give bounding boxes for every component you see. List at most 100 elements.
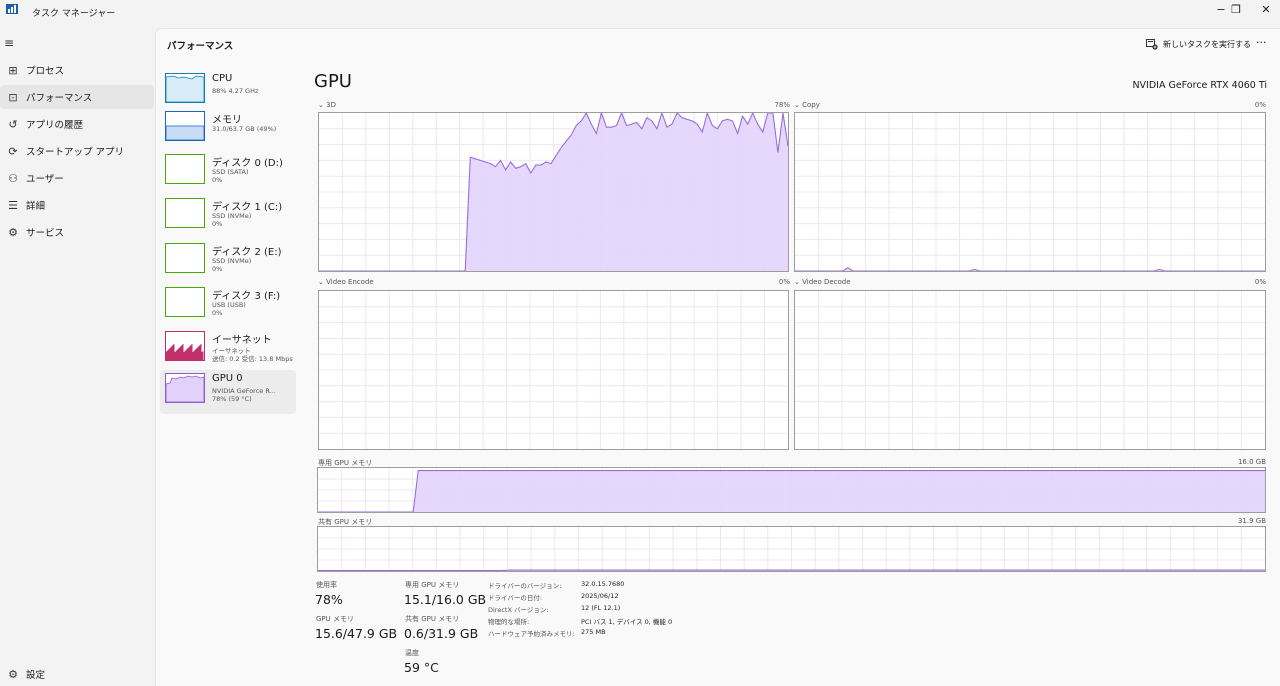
run-new-task-button[interactable]: 新しいタスクを実行する: [1146, 36, 1251, 52]
detail-value: 32.0.15.7680: [581, 580, 624, 588]
graph-copy: [794, 112, 1266, 272]
nav-item-startup[interactable]: ⟳スタートアップ アプリ: [0, 139, 154, 163]
device-detail: NVIDIA GeForce R...: [212, 387, 276, 395]
device-usage: 0%: [212, 309, 222, 317]
graph-decode-selector[interactable]: ⌄ Video Decode: [794, 278, 851, 286]
task-manager-logo-icon: [6, 4, 18, 14]
graph-3d: [318, 112, 789, 272]
usage-area: [318, 471, 1265, 512]
nav-item-label: ユーザー: [26, 171, 64, 185]
nav-settings-label: 設定: [26, 667, 45, 681]
device-usage: 0%: [212, 220, 222, 228]
nav-item-label: 詳細: [26, 198, 45, 212]
settings-gear-icon: ⚙: [0, 668, 26, 681]
chevron-down-icon: ⌄: [794, 101, 800, 109]
detail-key: ドライバーのバージョン:: [488, 580, 561, 590]
page-title: パフォーマンス: [167, 38, 233, 52]
stat-shared-label: 共有 GPU メモリ: [405, 614, 459, 624]
run-new-task-label: 新しいタスクを実行する: [1163, 39, 1251, 50]
gpu-title: GPU: [314, 71, 352, 92]
device-thumbnail: [165, 154, 205, 184]
device-item[interactable]: ディスク 2 (E:)SSD (NVMe)0%: [160, 240, 296, 284]
close-icon: ✕: [1261, 3, 1270, 16]
device-usage: 送信: 0.2 受信: 13.8 Mbps: [212, 353, 293, 363]
device-thumbnail: [165, 111, 205, 141]
graph-decode-percent: 0%: [1236, 278, 1266, 286]
device-name: ディスク 2 (E:): [212, 243, 282, 258]
performance-icon: ⊡: [0, 91, 26, 104]
hamburger-icon: ≡: [4, 36, 14, 50]
startup-icon: ⟳: [0, 145, 26, 158]
device-item[interactable]: ディスク 0 (D:)SSD (SATA)0%: [160, 151, 296, 195]
processes-icon: ⊞: [0, 64, 26, 77]
device-thumbnail: [165, 373, 205, 403]
graph-dedicated-memory: [317, 467, 1266, 513]
graph-3d-label: 3D: [326, 101, 336, 109]
nav-item-services[interactable]: ⚙サービス: [0, 220, 154, 244]
device-detail: SSD (NVMe): [212, 212, 251, 220]
detail-value: 12 (FL 12.1): [581, 604, 620, 612]
device-detail: 31.0/63.7 GB (49%): [212, 125, 276, 133]
graph-video-encode: [318, 290, 789, 450]
maximize-button[interactable]: ❐: [1222, 0, 1250, 18]
device-item[interactable]: ディスク 3 (F:)USB (USB)0%: [160, 284, 296, 328]
nav-item-users[interactable]: ⚇ユーザー: [0, 166, 154, 190]
device-item[interactable]: メモリ31.0/63.7 GB (49%): [160, 108, 296, 152]
device-name: ディスク 1 (C:): [212, 198, 282, 213]
title-bar: [0, 0, 1280, 28]
chevron-down-icon: ⌄: [318, 101, 324, 109]
graph-decode-label: Video Decode: [802, 278, 850, 286]
device-thumbnail: [165, 287, 205, 317]
close-button[interactable]: ✕: [1252, 0, 1280, 18]
usage-line: [318, 570, 1265, 571]
stat-temperature-value: 59 °C: [404, 660, 439, 675]
nav-item-performance[interactable]: ⊡パフォーマンス: [0, 85, 154, 109]
window-title: タスク マネージャー: [32, 6, 115, 19]
device-name: メモリ: [212, 111, 242, 126]
device-usage: 0%: [212, 265, 222, 273]
graph-3d-selector[interactable]: ⌄ 3D: [318, 101, 336, 109]
nav-item-processes[interactable]: ⊞プロセス: [0, 58, 154, 82]
app-history-icon: ↺: [0, 118, 26, 131]
device-item[interactable]: イーサネットイーサネット送信: 0.2 受信: 13.8 Mbps: [160, 328, 296, 372]
stat-gpu-memory-label: GPU メモリ: [316, 614, 354, 624]
more-options-button[interactable]: ···: [1256, 36, 1267, 49]
device-detail: 88% 4.27 GHz: [212, 87, 258, 95]
graph-copy-label: Copy: [802, 101, 820, 109]
detail-key: ドライバーの日付:: [488, 592, 542, 602]
device-name: イーサネット: [212, 331, 272, 346]
stat-usage-value: 78%: [315, 592, 343, 607]
nav-item-label: アプリの履歴: [26, 117, 83, 131]
run-task-icon: [1146, 39, 1158, 50]
stat-dedicated-label: 専用 GPU メモリ: [405, 580, 459, 590]
stat-temperature-label: 温度: [405, 648, 419, 658]
dedicated-memory-max: 16.0 GB: [1216, 458, 1266, 466]
nav-item-app-history[interactable]: ↺アプリの履歴: [0, 112, 154, 136]
detail-key: DirectX バージョン:: [488, 604, 549, 614]
stat-gpu-memory-value: 15.6/47.9 GB: [315, 626, 397, 641]
chevron-down-icon: ⌄: [794, 278, 800, 286]
device-item[interactable]: GPU 0NVIDIA GeForce R...78% (59 °C): [160, 370, 296, 414]
graph-encode-selector[interactable]: ⌄ Video Encode: [318, 278, 374, 286]
device-name: GPU 0: [212, 373, 243, 384]
nav-item-details[interactable]: ☰詳細: [0, 193, 154, 217]
nav-settings[interactable]: ⚙ 設定: [0, 662, 154, 686]
detail-value: PCI バス 1, デバイス 0, 機能 0: [581, 616, 672, 626]
detail-value: 275 MB: [581, 628, 606, 636]
nav-item-label: スタートアップ アプリ: [26, 144, 124, 158]
detail-key: 物理的な場所:: [488, 616, 529, 626]
device-usage: 0%: [212, 176, 222, 184]
graph-copy-percent: 0%: [1236, 101, 1266, 109]
stat-usage-label: 使用率: [316, 580, 337, 590]
graph-copy-selector[interactable]: ⌄ Copy: [794, 101, 820, 109]
hamburger-menu-button[interactable]: ≡: [4, 36, 14, 50]
device-item[interactable]: ディスク 1 (C:)SSD (NVMe)0%: [160, 195, 296, 239]
shared-memory-max: 31.9 GB: [1216, 517, 1266, 525]
device-name: ディスク 3 (F:): [212, 287, 280, 302]
restore-icon: ❐: [1231, 3, 1241, 16]
device-thumbnail: [165, 331, 205, 361]
device-thumbnail: [165, 73, 205, 103]
device-detail: SSD (SATA): [212, 168, 249, 176]
graph-video-decode: [794, 290, 1266, 450]
graph-shared-memory: [317, 526, 1266, 572]
